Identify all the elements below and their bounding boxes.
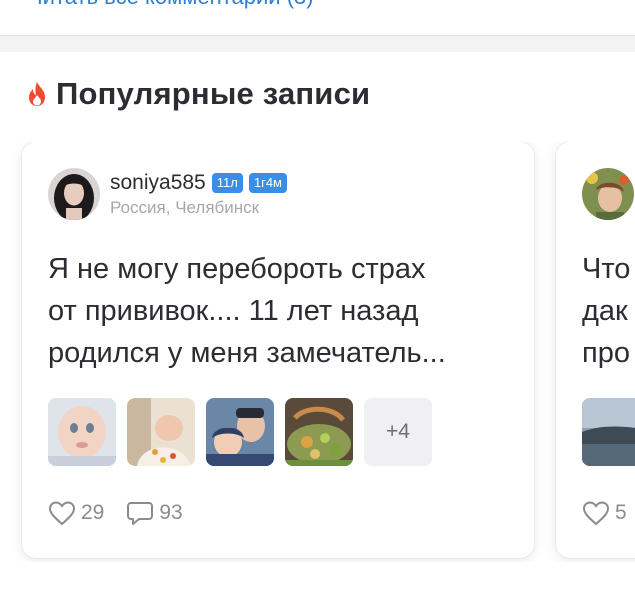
author-location: Россия, Челябинск bbox=[110, 198, 260, 217]
more-photos-button[interactable]: +4 bbox=[364, 398, 432, 466]
post-text-line: от прививок.... 11 лет назад bbox=[48, 295, 419, 327]
comment-count: 93 bbox=[159, 501, 183, 524]
previous-section: Читать все комментарии (3) bbox=[0, 0, 635, 36]
photo-thumbnail[interactable] bbox=[206, 398, 274, 466]
post-author[interactable] bbox=[582, 168, 634, 220]
photo-thumbnails bbox=[582, 398, 635, 466]
photo-thumbnail[interactable] bbox=[127, 398, 195, 466]
post-text-line: Что bbox=[582, 253, 631, 285]
like-count: 5 bbox=[615, 501, 627, 524]
heart-icon bbox=[48, 501, 76, 526]
child-age-badge: 1г4м bbox=[248, 173, 287, 193]
post-card[interactable]: Что дак про 5 bbox=[556, 142, 635, 558]
like-button[interactable]: 29 bbox=[48, 500, 104, 526]
flame-icon bbox=[29, 82, 45, 106]
post-text-line: родился у меня замечатель... bbox=[48, 337, 446, 369]
post-author[interactable]: soniya585 11л 1г4м Россия, Челябинск bbox=[48, 168, 287, 220]
popular-posts-section: Популярные записи soniya585 11л 1г4м Рос… bbox=[0, 52, 635, 600]
comments-button[interactable]: 93 bbox=[126, 500, 183, 526]
photo-thumbnail[interactable] bbox=[285, 398, 353, 466]
username[interactable]: soniya585 bbox=[110, 171, 206, 195]
photo-thumbnail[interactable] bbox=[48, 398, 116, 466]
avatar[interactable] bbox=[48, 168, 100, 220]
like-button[interactable]: 5 bbox=[582, 500, 627, 526]
like-count: 29 bbox=[81, 501, 105, 524]
comment-icon bbox=[127, 502, 154, 525]
posts-carousel[interactable]: soniya585 11л 1г4м Россия, Челябинск Я н… bbox=[0, 142, 635, 562]
post-stats: 29 93 bbox=[48, 500, 205, 526]
child-age-badge: 11л bbox=[211, 173, 243, 193]
post-text[interactable]: Я не могу перебороть страх от прививок..… bbox=[48, 248, 518, 374]
photo-thumbnails: +4 bbox=[48, 398, 432, 466]
section-header: Популярные записи bbox=[26, 76, 370, 112]
post-text-line: про bbox=[582, 337, 630, 369]
post-text-line: дак bbox=[582, 295, 628, 327]
post-card[interactable]: soniya585 11л 1г4м Россия, Челябинск Я н… bbox=[22, 142, 534, 558]
post-stats: 5 bbox=[582, 500, 635, 526]
avatar[interactable] bbox=[582, 168, 634, 220]
post-text[interactable]: Что дак про bbox=[582, 248, 635, 374]
all-comments-link[interactable]: Читать все комментарии (3) bbox=[28, 0, 314, 10]
photo-thumbnail[interactable] bbox=[582, 398, 635, 466]
section-title: Популярные записи bbox=[56, 76, 371, 111]
heart-icon bbox=[582, 501, 610, 526]
post-text-line: Я не могу перебороть страх bbox=[48, 253, 426, 285]
